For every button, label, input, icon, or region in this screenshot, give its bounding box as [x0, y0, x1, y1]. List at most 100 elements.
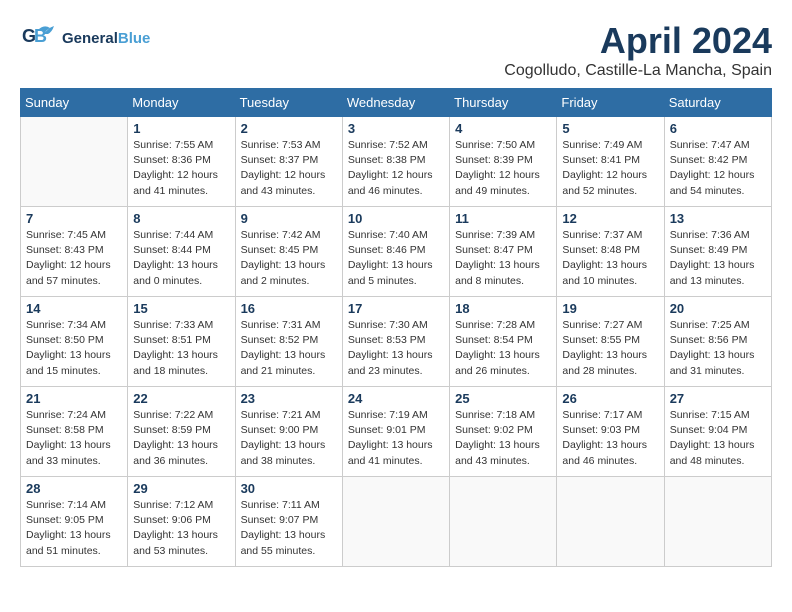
- day-number: 4: [455, 121, 551, 136]
- day-info: Sunrise: 7:15 AMSunset: 9:04 PMDaylight:…: [670, 408, 766, 469]
- day-number: 18: [455, 301, 551, 316]
- day-info: Sunrise: 7:28 AMSunset: 8:54 PMDaylight:…: [455, 318, 551, 379]
- calendar-cell: 27 Sunrise: 7:15 AMSunset: 9:04 PMDayligh…: [664, 387, 771, 477]
- calendar-cell: 25 Sunrise: 7:18 AMSunset: 9:02 PMDayligh…: [450, 387, 557, 477]
- calendar-cell: 18 Sunrise: 7:28 AMSunset: 8:54 PMDayligh…: [450, 297, 557, 387]
- logo-part1: General: [62, 30, 118, 47]
- day-info: Sunrise: 7:39 AMSunset: 8:47 PMDaylight:…: [455, 228, 551, 289]
- day-header-sunday: Sunday: [21, 89, 128, 117]
- calendar-cell: [664, 477, 771, 567]
- day-number: 28: [26, 481, 122, 496]
- day-number: 3: [348, 121, 444, 136]
- week-row-3: 14 Sunrise: 7:34 AMSunset: 8:50 PMDayligh…: [21, 297, 772, 387]
- calendar-cell: 14 Sunrise: 7:34 AMSunset: 8:50 PMDayligh…: [21, 297, 128, 387]
- calendar-cell: 12 Sunrise: 7:37 AMSunset: 8:48 PMDayligh…: [557, 207, 664, 297]
- day-number: 24: [348, 391, 444, 406]
- month-title: April 2024: [504, 20, 772, 62]
- day-info: Sunrise: 7:14 AMSunset: 9:05 PMDaylight:…: [26, 498, 122, 559]
- day-number: 16: [241, 301, 337, 316]
- day-info: Sunrise: 7:22 AMSunset: 8:59 PMDaylight:…: [133, 408, 229, 469]
- day-info: Sunrise: 7:21 AMSunset: 9:00 PMDaylight:…: [241, 408, 337, 469]
- calendar-cell: 8 Sunrise: 7:44 AMSunset: 8:44 PMDaylight…: [128, 207, 235, 297]
- day-info: Sunrise: 7:42 AMSunset: 8:45 PMDaylight:…: [241, 228, 337, 289]
- calendar-cell: 17Sunrise: 7:30 AMSunset: 8:53 PMDayligh…: [342, 297, 449, 387]
- calendar-cell: 23 Sunrise: 7:21 AMSunset: 9:00 PMDayligh…: [235, 387, 342, 477]
- week-row-5: 28 Sunrise: 7:14 AMSunset: 9:05 PMDayligh…: [21, 477, 772, 567]
- calendar-cell: 24 Sunrise: 7:19 AMSunset: 9:01 PMDayligh…: [342, 387, 449, 477]
- day-number: 21: [26, 391, 122, 406]
- calendar-cell: 29 Sunrise: 7:12 AMSunset: 9:06 PMDayligh…: [128, 477, 235, 567]
- day-number: 9: [241, 211, 337, 226]
- calendar-cell: 10Sunrise: 7:40 AMSunset: 8:46 PMDayligh…: [342, 207, 449, 297]
- day-info: Sunrise: 7:33 AMSunset: 8:51 PMDaylight:…: [133, 318, 229, 379]
- calendar-cell: [450, 477, 557, 567]
- calendar-cell: 9 Sunrise: 7:42 AMSunset: 8:45 PMDaylight…: [235, 207, 342, 297]
- calendar-cell: [342, 477, 449, 567]
- location-subtitle: Cogolludo, Castille-La Mancha, Spain: [504, 62, 772, 80]
- day-number: 7: [26, 211, 122, 226]
- day-number: 8: [133, 211, 229, 226]
- calendar-cell: 21Sunrise: 7:24 AMSunset: 8:58 PMDayligh…: [21, 387, 128, 477]
- week-row-1: 1 Sunrise: 7:55 AMSunset: 8:36 PMDaylight…: [21, 117, 772, 207]
- day-info: Sunrise: 7:53 AMSunset: 8:37 PMDaylight:…: [241, 138, 337, 199]
- day-header-tuesday: Tuesday: [235, 89, 342, 117]
- calendar-cell: 19 Sunrise: 7:27 AMSunset: 8:55 PMDayligh…: [557, 297, 664, 387]
- day-number: 23: [241, 391, 337, 406]
- day-number: 19: [562, 301, 658, 316]
- day-number: 5: [562, 121, 658, 136]
- day-info: Sunrise: 7:47 AMSunset: 8:42 PMDaylight:…: [670, 138, 766, 199]
- calendar-table: SundayMondayTuesdayWednesdayThursdayFrid…: [20, 88, 772, 567]
- calendar-cell: [21, 117, 128, 207]
- calendar-cell: 22 Sunrise: 7:22 AMSunset: 8:59 PMDayligh…: [128, 387, 235, 477]
- day-info: Sunrise: 7:36 AMSunset: 8:49 PMDaylight:…: [670, 228, 766, 289]
- day-info: Sunrise: 7:27 AMSunset: 8:55 PMDaylight:…: [562, 318, 658, 379]
- calendar-cell: 1 Sunrise: 7:55 AMSunset: 8:36 PMDaylight…: [128, 117, 235, 207]
- day-info: Sunrise: 7:55 AMSunset: 8:36 PMDaylight:…: [133, 138, 229, 199]
- week-row-2: 7 Sunrise: 7:45 AMSunset: 8:43 PMDaylight…: [21, 207, 772, 297]
- day-info: Sunrise: 7:37 AMSunset: 8:48 PMDaylight:…: [562, 228, 658, 289]
- day-info: Sunrise: 7:40 AMSunset: 8:46 PMDaylight:…: [348, 228, 444, 289]
- calendar-cell: 7 Sunrise: 7:45 AMSunset: 8:43 PMDaylight…: [21, 207, 128, 297]
- day-number: 29: [133, 481, 229, 496]
- title-section: April 2024 Cogolludo, Castille-La Mancha…: [504, 20, 772, 80]
- day-info: Sunrise: 7:34 AMSunset: 8:50 PMDaylight:…: [26, 318, 122, 379]
- calendar-cell: 11 Sunrise: 7:39 AMSunset: 8:47 PMDayligh…: [450, 207, 557, 297]
- calendar-cell: 16Sunrise: 7:31 AMSunset: 8:52 PMDayligh…: [235, 297, 342, 387]
- day-number: 12: [562, 211, 658, 226]
- day-number: 1: [133, 121, 229, 136]
- day-header-monday: Monday: [128, 89, 235, 117]
- day-info: Sunrise: 7:44 AMSunset: 8:44 PMDaylight:…: [133, 228, 229, 289]
- header-row: SundayMondayTuesdayWednesdayThursdayFrid…: [21, 89, 772, 117]
- day-info: Sunrise: 7:45 AMSunset: 8:43 PMDaylight:…: [26, 228, 122, 289]
- day-header-friday: Friday: [557, 89, 664, 117]
- day-info: Sunrise: 7:17 AMSunset: 9:03 PMDaylight:…: [562, 408, 658, 469]
- day-number: 26: [562, 391, 658, 406]
- day-info: Sunrise: 7:25 AMSunset: 8:56 PMDaylight:…: [670, 318, 766, 379]
- day-number: 14: [26, 301, 122, 316]
- day-number: 17: [348, 301, 444, 316]
- logo: G B GeneralBlue: [20, 20, 150, 58]
- day-number: 22: [133, 391, 229, 406]
- day-header-wednesday: Wednesday: [342, 89, 449, 117]
- calendar-cell: [557, 477, 664, 567]
- calendar-cell: 13Sunrise: 7:36 AMSunset: 8:49 PMDayligh…: [664, 207, 771, 297]
- logo-part2: Blue: [118, 30, 151, 47]
- day-info: Sunrise: 7:18 AMSunset: 9:02 PMDaylight:…: [455, 408, 551, 469]
- day-info: Sunrise: 7:19 AMSunset: 9:01 PMDaylight:…: [348, 408, 444, 469]
- day-number: 27: [670, 391, 766, 406]
- day-number: 2: [241, 121, 337, 136]
- day-number: 25: [455, 391, 551, 406]
- page-header: G B GeneralBlue April 2024 Cogolludo, Ca…: [20, 20, 772, 80]
- calendar-cell: 4 Sunrise: 7:50 AMSunset: 8:39 PMDaylight…: [450, 117, 557, 207]
- calendar-cell: 2 Sunrise: 7:53 AMSunset: 8:37 PMDaylight…: [235, 117, 342, 207]
- day-info: Sunrise: 7:12 AMSunset: 9:06 PMDaylight:…: [133, 498, 229, 559]
- logo-icon: G B: [20, 20, 58, 58]
- day-number: 11: [455, 211, 551, 226]
- calendar-cell: 3Sunrise: 7:52 AMSunset: 8:38 PMDaylight…: [342, 117, 449, 207]
- day-header-thursday: Thursday: [450, 89, 557, 117]
- day-number: 30: [241, 481, 337, 496]
- day-info: Sunrise: 7:50 AMSunset: 8:39 PMDaylight:…: [455, 138, 551, 199]
- day-info: Sunrise: 7:11 AMSunset: 9:07 PMDaylight:…: [241, 498, 337, 559]
- day-number: 6: [670, 121, 766, 136]
- calendar-cell: 15Sunrise: 7:33 AMSunset: 8:51 PMDayligh…: [128, 297, 235, 387]
